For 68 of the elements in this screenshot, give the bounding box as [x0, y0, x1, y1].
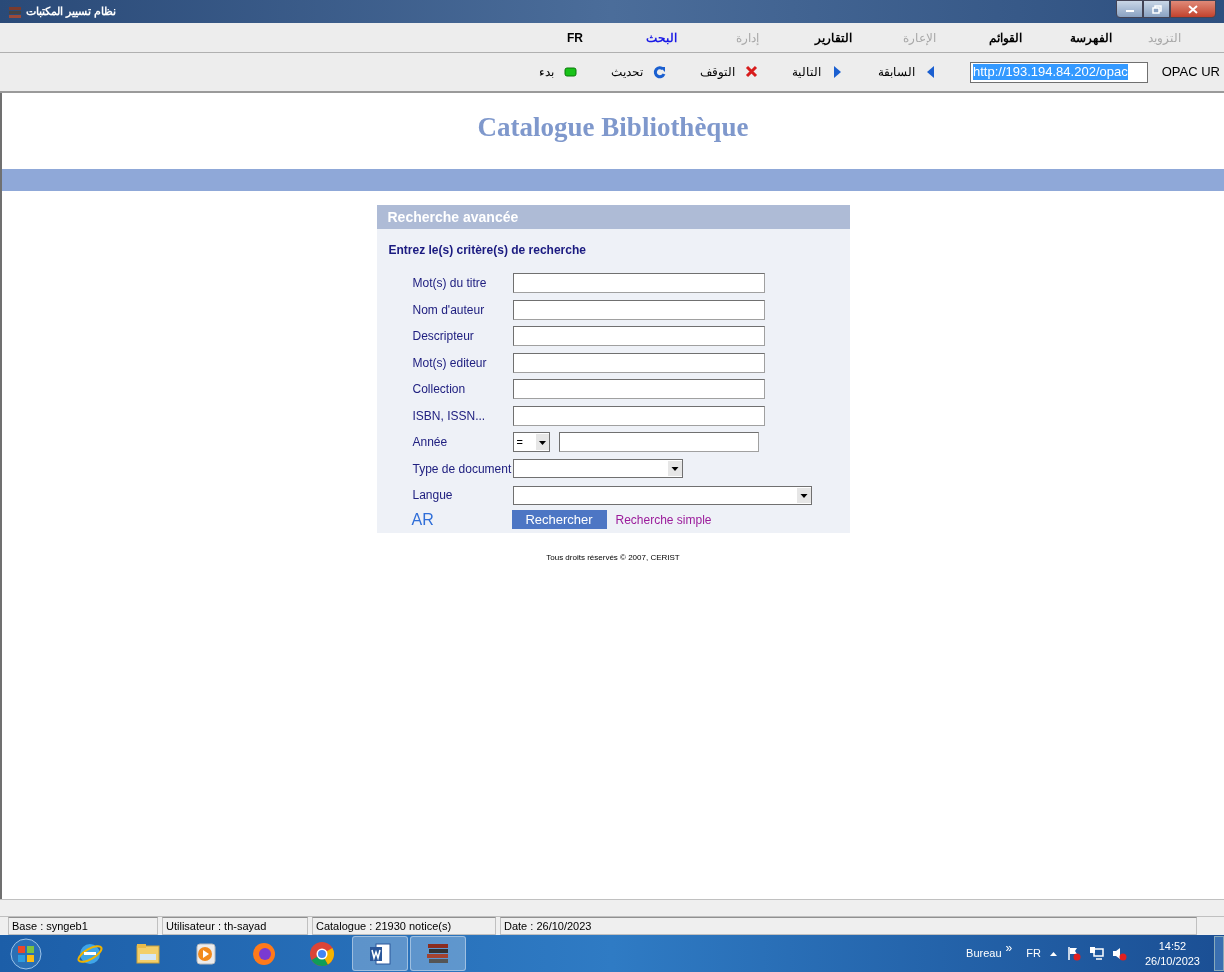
dropdown[interactable] [512, 459, 683, 479]
search-button[interactable]: Rechercher [511, 510, 607, 529]
caret-icon [667, 461, 682, 477]
taskbar-app[interactable] [410, 936, 466, 971]
window-title: نظام تسيير المكتبات [26, 4, 117, 20]
field-label: Mot(s) du titre [412, 275, 488, 293]
toolbar-button[interactable]: السابقة [872, 63, 944, 81]
status-field: Catalogue : 21930 notice(s) [312, 917, 496, 935]
simple-search-link[interactable]: Recherche simple [615, 510, 712, 529]
toolbar-button[interactable]: التالية [786, 63, 850, 81]
text-field[interactable] [512, 352, 765, 373]
minimize-button[interactable] [1116, 0, 1143, 18]
toolbar-label: Bureau [966, 946, 1002, 962]
language-indicator[interactable]: FR [1026, 945, 1041, 962]
language-link[interactable]: AR [411, 507, 512, 532]
instruction-text: Entrez le(s) critère(s) de recherche [387, 242, 587, 259]
year-field[interactable] [558, 432, 759, 453]
books-icon [8, 4, 22, 19]
menu-item[interactable]: القوائم [962, 28, 1048, 47]
toolbar-button[interactable]: تحديث [605, 63, 672, 81]
start-indicator-icon [564, 65, 577, 79]
caret-icon [535, 434, 549, 451]
network-icon [1088, 946, 1104, 961]
text-field[interactable] [512, 299, 765, 320]
toolbar-button[interactable]: التوقف [694, 63, 764, 81]
up-arrow-icon [1048, 950, 1058, 957]
field-label: Collection [412, 381, 467, 399]
close-button[interactable] [1170, 0, 1216, 18]
status-field: Base : syngeb1 [8, 917, 158, 935]
field-label: Descripteur [412, 328, 475, 346]
text-field[interactable] [512, 273, 765, 294]
field-label: ISBN, ISSN... [412, 407, 487, 425]
panel-header: Recherche avancée [376, 205, 850, 229]
text-field[interactable] [512, 405, 765, 426]
refresh-icon [653, 65, 666, 79]
url-label: OPAC UR [1160, 63, 1220, 82]
flag-icon [1065, 946, 1081, 961]
field-label: Mot(s) editeur [412, 354, 488, 372]
chrome-circle-icon [308, 939, 336, 968]
text-field[interactable] [512, 379, 765, 400]
close-icon [1188, 4, 1198, 14]
page-title: Catalogue Bibliothèque [477, 111, 749, 144]
copyright-text: Tous droits réservés © 2007, CERIST [546, 551, 680, 564]
menu-item[interactable]: التقارير [790, 28, 876, 47]
field-label: Type de document [412, 460, 513, 478]
restore-icon [1151, 4, 1162, 14]
status-field: Date : 26/10/2023 [500, 917, 1197, 935]
field-label: Année [412, 434, 449, 452]
operator-dropdown[interactable]: = [512, 432, 550, 453]
clock-date[interactable]: 26/10/2023 [1144, 953, 1200, 969]
field-label: Nom d'auteur [412, 301, 486, 319]
horizontal-scrollbar[interactable] [0, 899, 1224, 917]
menu-item[interactable]: البحث [618, 28, 704, 47]
windows-logo-icon [10, 937, 42, 970]
field-label: Langue [412, 487, 454, 505]
caret-icon [796, 487, 811, 503]
menu-item[interactable]: الفهرسة [1048, 28, 1134, 47]
cross-icon [745, 65, 758, 79]
overflow-button[interactable]: » [1005, 938, 1013, 957]
taskbar-app[interactable] [352, 936, 408, 971]
status-field: Utilisateur : th-sayad [162, 917, 308, 935]
toolbar-button[interactable]: بدء [533, 63, 583, 81]
restore-button[interactable] [1143, 0, 1170, 18]
muted-speaker-icon [1111, 946, 1127, 961]
dropdown[interactable] [512, 485, 812, 505]
clock-time[interactable]: 14:52 [1158, 938, 1187, 954]
text-field[interactable] [512, 326, 765, 347]
menu-item[interactable]: FR [532, 28, 618, 47]
